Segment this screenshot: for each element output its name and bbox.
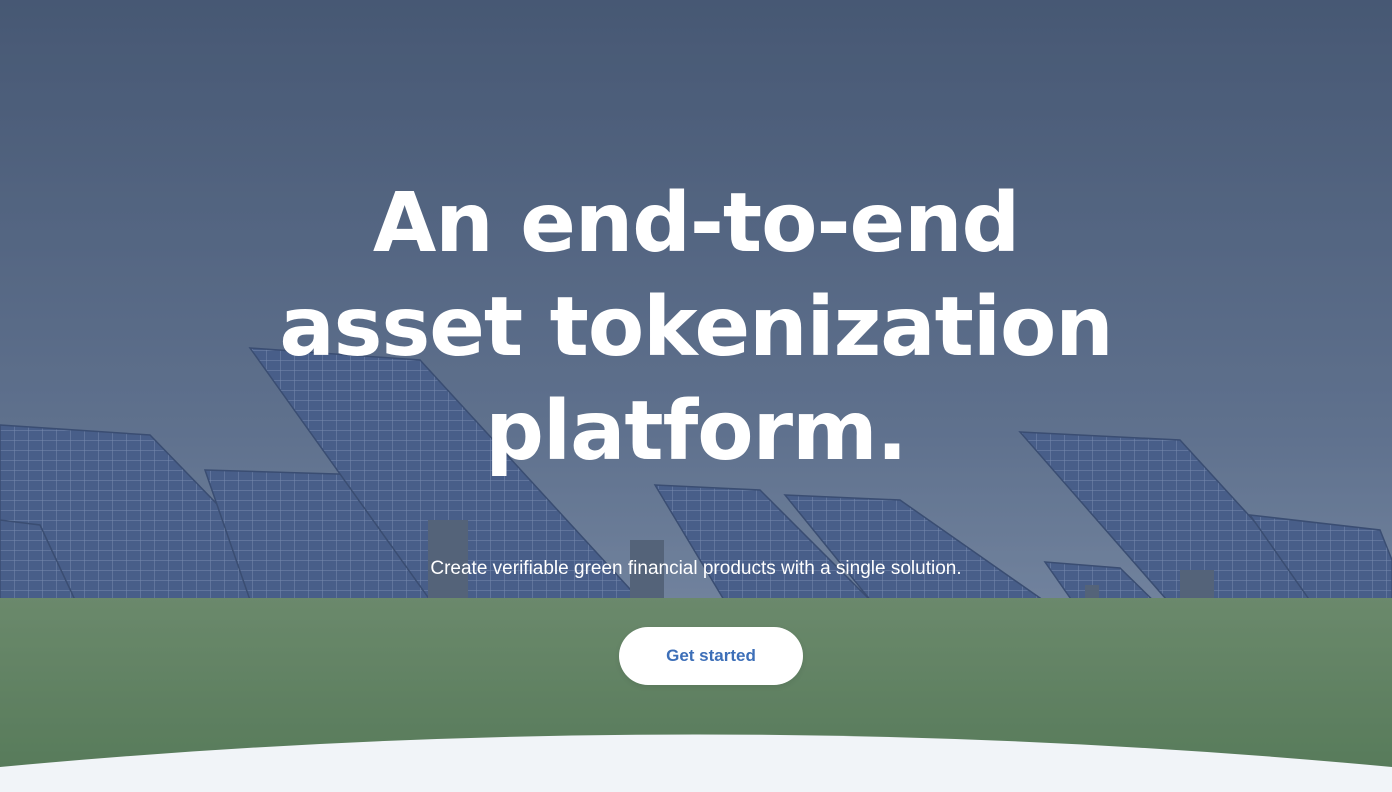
section-divider-curve: [0, 734, 1392, 792]
hero-headline: An end-to-end asset tokenization platfor…: [0, 172, 1392, 484]
hero-subtitle: Create verifiable green financial produc…: [430, 558, 962, 579]
get-started-button[interactable]: Get started: [619, 627, 803, 685]
headline-line-1: An end-to-end: [372, 176, 1020, 271]
hero-section: An end-to-end asset tokenization platfor…: [0, 0, 1392, 792]
headline-line-3: platform.: [485, 384, 907, 479]
headline-line-2: asset tokenization: [279, 280, 1113, 375]
